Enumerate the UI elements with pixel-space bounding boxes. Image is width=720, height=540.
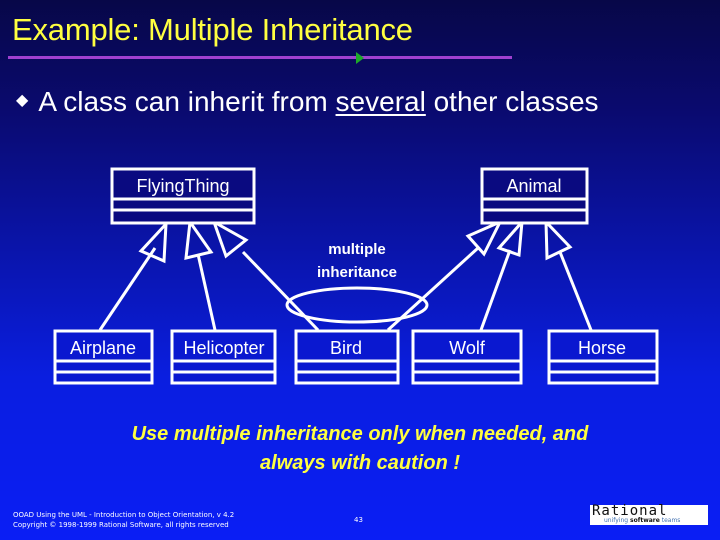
tagline-bold: software bbox=[630, 517, 660, 524]
footer-line2: Copyright © 1998-1999 Rational Software,… bbox=[13, 521, 229, 529]
inheritance-line-horse bbox=[558, 251, 593, 331]
multiple-inheritance-highlight-ellipse bbox=[285, 286, 429, 324]
annotation-line2: inheritance bbox=[317, 264, 397, 281]
generalization-arrow-icon bbox=[544, 218, 573, 261]
class-box-airplane[interactable]: Airplane bbox=[53, 329, 154, 385]
generalization-arrow-icon bbox=[496, 217, 524, 258]
class-box-bird[interactable]: Bird bbox=[294, 329, 400, 385]
caution-line2: always with caution ! bbox=[259, 452, 461, 474]
class-name: Helicopter bbox=[183, 338, 264, 358]
footer-line1: OOAD Using the UML - Introduction to Obj… bbox=[13, 511, 235, 519]
class-name: Airplane bbox=[70, 338, 136, 358]
caution-line1: Use multiple inheritance only when neede… bbox=[131, 423, 589, 445]
tagline-prefix: unifying bbox=[604, 517, 631, 524]
generalization-arrow-icon bbox=[184, 217, 214, 260]
generalization-arrow-icon bbox=[465, 218, 504, 257]
class-name: Bird bbox=[330, 338, 362, 358]
generalization-arrow-icon bbox=[211, 218, 249, 259]
page-number: 43 bbox=[354, 516, 363, 524]
annotation-line1: multiple bbox=[328, 241, 386, 258]
class-box-helicopter[interactable]: Helicopter bbox=[170, 329, 277, 385]
tagline-suffix: teams bbox=[659, 517, 681, 524]
inheritance-line-airplane bbox=[98, 247, 157, 331]
logo-tagline: unifying software teams bbox=[604, 517, 680, 524]
class-name: FlyingThing bbox=[136, 176, 229, 196]
class-name: Animal bbox=[506, 176, 561, 196]
class-box-horse[interactable]: Horse bbox=[547, 329, 659, 385]
class-box-wolf[interactable]: Wolf bbox=[411, 329, 523, 385]
generalization-arrow-icon bbox=[138, 219, 168, 264]
rational-logo: Rational unifying software teams bbox=[590, 503, 708, 525]
class-box-animal[interactable]: Animal bbox=[480, 167, 589, 225]
caution-note: Use multiple inheritance only when neede… bbox=[0, 420, 720, 478]
inheritance-line-helicopter bbox=[196, 253, 217, 331]
class-name: Wolf bbox=[449, 338, 486, 358]
footer-copyright: OOAD Using the UML - Introduction to Obj… bbox=[13, 510, 234, 530]
class-box-flyingthing[interactable]: FlyingThing bbox=[110, 167, 256, 225]
class-name: Horse bbox=[578, 338, 626, 358]
inheritance-line-wolf bbox=[479, 249, 512, 331]
